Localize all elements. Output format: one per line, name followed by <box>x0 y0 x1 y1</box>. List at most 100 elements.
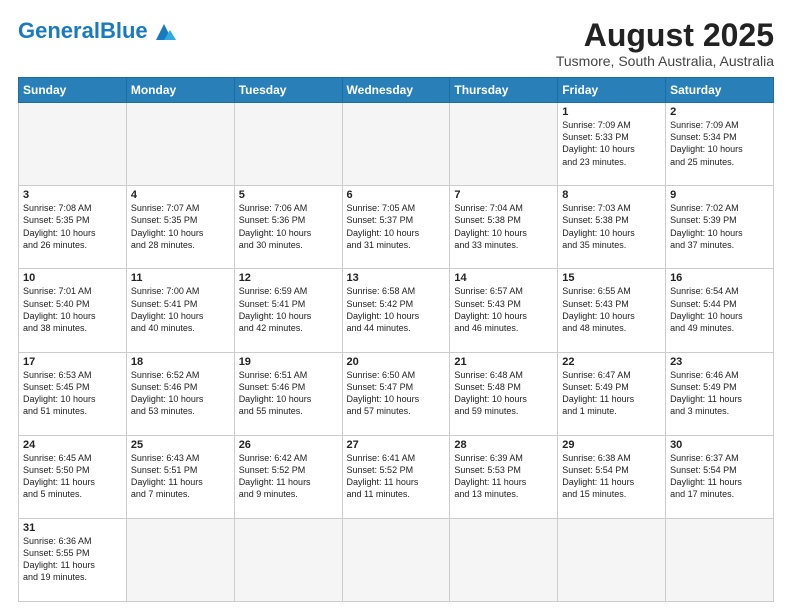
calendar-cell: 12Sunrise: 6:59 AM Sunset: 5:41 PM Dayli… <box>234 269 342 352</box>
calendar-cell: 6Sunrise: 7:05 AM Sunset: 5:37 PM Daylig… <box>342 186 450 269</box>
day-info: Sunrise: 7:00 AM Sunset: 5:41 PM Dayligh… <box>131 285 230 334</box>
day-number: 2 <box>670 106 769 118</box>
calendar-cell: 30Sunrise: 6:37 AM Sunset: 5:54 PM Dayli… <box>666 435 774 518</box>
day-info: Sunrise: 7:06 AM Sunset: 5:36 PM Dayligh… <box>239 202 338 251</box>
calendar-cell: 14Sunrise: 6:57 AM Sunset: 5:43 PM Dayli… <box>450 269 558 352</box>
calendar-cell: 4Sunrise: 7:07 AM Sunset: 5:35 PM Daylig… <box>126 186 234 269</box>
logo-blue: Blue <box>100 18 148 43</box>
calendar-header-row: Sunday Monday Tuesday Wednesday Thursday… <box>19 78 774 103</box>
calendar-cell: 28Sunrise: 6:39 AM Sunset: 5:53 PM Dayli… <box>450 435 558 518</box>
day-info: Sunrise: 6:37 AM Sunset: 5:54 PM Dayligh… <box>670 452 769 501</box>
col-saturday: Saturday <box>666 78 774 103</box>
day-info: Sunrise: 6:50 AM Sunset: 5:47 PM Dayligh… <box>347 369 446 418</box>
calendar-cell <box>450 518 558 601</box>
day-info: Sunrise: 6:51 AM Sunset: 5:46 PM Dayligh… <box>239 369 338 418</box>
calendar-cell: 13Sunrise: 6:58 AM Sunset: 5:42 PM Dayli… <box>342 269 450 352</box>
day-info: Sunrise: 6:54 AM Sunset: 5:44 PM Dayligh… <box>670 285 769 334</box>
day-info: Sunrise: 6:43 AM Sunset: 5:51 PM Dayligh… <box>131 452 230 501</box>
calendar-cell: 20Sunrise: 6:50 AM Sunset: 5:47 PM Dayli… <box>342 352 450 435</box>
day-number: 18 <box>131 356 230 368</box>
col-wednesday: Wednesday <box>342 78 450 103</box>
day-number: 10 <box>23 272 122 284</box>
calendar-cell: 11Sunrise: 7:00 AM Sunset: 5:41 PM Dayli… <box>126 269 234 352</box>
day-info: Sunrise: 7:09 AM Sunset: 5:34 PM Dayligh… <box>670 119 769 168</box>
calendar-cell: 26Sunrise: 6:42 AM Sunset: 5:52 PM Dayli… <box>234 435 342 518</box>
day-info: Sunrise: 6:47 AM Sunset: 5:49 PM Dayligh… <box>562 369 661 418</box>
day-number: 1 <box>562 106 661 118</box>
calendar-cell: 9Sunrise: 7:02 AM Sunset: 5:39 PM Daylig… <box>666 186 774 269</box>
calendar-week-row: 10Sunrise: 7:01 AM Sunset: 5:40 PM Dayli… <box>19 269 774 352</box>
day-number: 7 <box>454 189 553 201</box>
col-tuesday: Tuesday <box>234 78 342 103</box>
calendar-cell: 23Sunrise: 6:46 AM Sunset: 5:49 PM Dayli… <box>666 352 774 435</box>
day-number: 31 <box>23 522 122 534</box>
calendar-cell: 7Sunrise: 7:04 AM Sunset: 5:38 PM Daylig… <box>450 186 558 269</box>
day-number: 9 <box>670 189 769 201</box>
calendar-cell: 29Sunrise: 6:38 AM Sunset: 5:54 PM Dayli… <box>558 435 666 518</box>
calendar-cell <box>558 518 666 601</box>
day-number: 23 <box>670 356 769 368</box>
day-number: 16 <box>670 272 769 284</box>
day-info: Sunrise: 6:58 AM Sunset: 5:42 PM Dayligh… <box>347 285 446 334</box>
day-info: Sunrise: 6:38 AM Sunset: 5:54 PM Dayligh… <box>562 452 661 501</box>
calendar-cell: 21Sunrise: 6:48 AM Sunset: 5:48 PM Dayli… <box>450 352 558 435</box>
calendar-cell: 3Sunrise: 7:08 AM Sunset: 5:35 PM Daylig… <box>19 186 127 269</box>
calendar-cell <box>450 103 558 186</box>
calendar-week-row: 3Sunrise: 7:08 AM Sunset: 5:35 PM Daylig… <box>19 186 774 269</box>
month-year: August 2025 <box>556 18 774 53</box>
day-number: 5 <box>239 189 338 201</box>
calendar-cell: 27Sunrise: 6:41 AM Sunset: 5:52 PM Dayli… <box>342 435 450 518</box>
col-thursday: Thursday <box>450 78 558 103</box>
day-number: 21 <box>454 356 553 368</box>
day-number: 4 <box>131 189 230 201</box>
calendar-cell <box>342 518 450 601</box>
day-info: Sunrise: 6:55 AM Sunset: 5:43 PM Dayligh… <box>562 285 661 334</box>
day-number: 15 <box>562 272 661 284</box>
day-number: 24 <box>23 439 122 451</box>
calendar-week-row: 17Sunrise: 6:53 AM Sunset: 5:45 PM Dayli… <box>19 352 774 435</box>
calendar-week-row: 1Sunrise: 7:09 AM Sunset: 5:33 PM Daylig… <box>19 103 774 186</box>
calendar-cell: 24Sunrise: 6:45 AM Sunset: 5:50 PM Dayli… <box>19 435 127 518</box>
day-info: Sunrise: 7:04 AM Sunset: 5:38 PM Dayligh… <box>454 202 553 251</box>
day-info: Sunrise: 7:08 AM Sunset: 5:35 PM Dayligh… <box>23 202 122 251</box>
day-number: 29 <box>562 439 661 451</box>
day-number: 22 <box>562 356 661 368</box>
calendar-week-row: 31Sunrise: 6:36 AM Sunset: 5:55 PM Dayli… <box>19 518 774 601</box>
day-info: Sunrise: 6:46 AM Sunset: 5:49 PM Dayligh… <box>670 369 769 418</box>
title-block: August 2025 Tusmore, South Australia, Au… <box>556 18 774 69</box>
calendar-cell: 22Sunrise: 6:47 AM Sunset: 5:49 PM Dayli… <box>558 352 666 435</box>
day-info: Sunrise: 6:42 AM Sunset: 5:52 PM Dayligh… <box>239 452 338 501</box>
calendar-cell: 18Sunrise: 6:52 AM Sunset: 5:46 PM Dayli… <box>126 352 234 435</box>
day-number: 17 <box>23 356 122 368</box>
day-info: Sunrise: 7:07 AM Sunset: 5:35 PM Dayligh… <box>131 202 230 251</box>
calendar-cell <box>342 103 450 186</box>
logo-icon <box>150 20 178 42</box>
calendar-cell: 1Sunrise: 7:09 AM Sunset: 5:33 PM Daylig… <box>558 103 666 186</box>
logo: GeneralBlue <box>18 18 178 44</box>
day-info: Sunrise: 7:02 AM Sunset: 5:39 PM Dayligh… <box>670 202 769 251</box>
day-number: 12 <box>239 272 338 284</box>
calendar-cell: 16Sunrise: 6:54 AM Sunset: 5:44 PM Dayli… <box>666 269 774 352</box>
day-info: Sunrise: 6:52 AM Sunset: 5:46 PM Dayligh… <box>131 369 230 418</box>
page: GeneralBlue August 2025 Tusmore, South A… <box>0 0 792 612</box>
calendar-cell <box>666 518 774 601</box>
day-info: Sunrise: 7:05 AM Sunset: 5:37 PM Dayligh… <box>347 202 446 251</box>
col-friday: Friday <box>558 78 666 103</box>
day-number: 3 <box>23 189 122 201</box>
logo-text: GeneralBlue <box>18 18 148 44</box>
calendar-cell <box>126 103 234 186</box>
calendar-cell <box>19 103 127 186</box>
calendar-cell <box>234 518 342 601</box>
location: Tusmore, South Australia, Australia <box>556 53 774 69</box>
day-number: 25 <box>131 439 230 451</box>
day-info: Sunrise: 6:36 AM Sunset: 5:55 PM Dayligh… <box>23 535 122 584</box>
calendar-cell <box>234 103 342 186</box>
day-info: Sunrise: 7:03 AM Sunset: 5:38 PM Dayligh… <box>562 202 661 251</box>
day-info: Sunrise: 6:53 AM Sunset: 5:45 PM Dayligh… <box>23 369 122 418</box>
calendar-cell: 31Sunrise: 6:36 AM Sunset: 5:55 PM Dayli… <box>19 518 127 601</box>
calendar-week-row: 24Sunrise: 6:45 AM Sunset: 5:50 PM Dayli… <box>19 435 774 518</box>
day-number: 11 <box>131 272 230 284</box>
day-number: 6 <box>347 189 446 201</box>
day-number: 19 <box>239 356 338 368</box>
day-number: 27 <box>347 439 446 451</box>
